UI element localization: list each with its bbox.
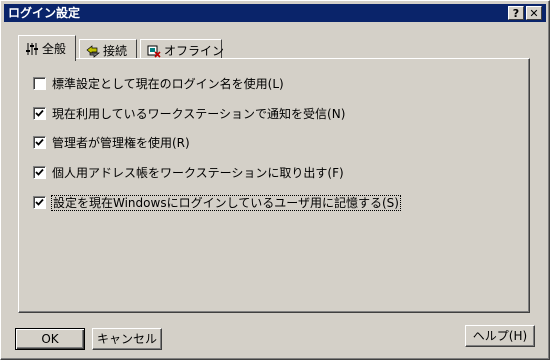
option-use-current-login-name[interactable]: 標準設定として現在のログイン名を使用(L)	[33, 76, 284, 92]
tab-general[interactable]: 全般	[18, 35, 76, 61]
option-retrieve-address-book[interactable]: 個人用アドレス帳をワークステーションに取り出す(F)	[33, 165, 344, 181]
checkbox[interactable]	[33, 196, 46, 209]
help-button[interactable]: ヘルプ(H)	[465, 325, 535, 347]
window-title: ログイン設定	[8, 6, 81, 20]
tab-offline[interactable]: オフライン	[140, 39, 225, 59]
tab-connection-label: 接続	[103, 44, 128, 58]
sliders-icon	[26, 42, 38, 55]
option-label: 現在利用しているワークステーションで通知を受信(N)	[52, 107, 346, 121]
checkmark-icon	[35, 138, 44, 146]
option-label: 個人用アドレス帳をワークステーションに取り出す(F)	[52, 166, 344, 180]
tab-general-label: 全般	[42, 42, 67, 56]
option-label: 標準設定として現在のログイン名を使用(L)	[52, 77, 284, 91]
title-bar[interactable]: ログイン設定 ? ✕	[4, 4, 546, 22]
checkbox[interactable]	[33, 77, 46, 90]
option-label: 管理者が管理権を使用(R)	[52, 136, 190, 150]
dialog-window: ログイン設定 ? ✕ 全般 接続 オフライン 標準設定として現在のログイン名を使…	[0, 0, 550, 360]
option-receive-notifications[interactable]: 現在利用しているワークステーションで通知を受信(N)	[33, 106, 345, 122]
checkbox[interactable]	[33, 107, 46, 120]
offline-icon	[147, 45, 161, 58]
option-use-admin-rights[interactable]: 管理者が管理権を使用(R)	[33, 135, 190, 151]
help-title-button[interactable]: ?	[508, 6, 524, 20]
option-remember-settings[interactable]: 設定を現在Windowsにログインしているユーザ用に記憶する(S)	[33, 195, 401, 211]
close-button[interactable]: ✕	[526, 6, 542, 20]
checkmark-icon	[35, 168, 44, 176]
checkmark-icon	[35, 198, 44, 206]
connection-icon	[86, 44, 100, 58]
general-tab-panel: 標準設定として現在のログイン名を使用(L) 現在利用しているワークステーションで…	[18, 58, 530, 313]
ok-button[interactable]: OK	[15, 328, 85, 350]
checkbox[interactable]	[33, 166, 46, 179]
checkmark-icon	[35, 109, 44, 117]
checkbox[interactable]	[33, 136, 46, 149]
tab-offline-label: オフライン	[164, 44, 225, 58]
cancel-button[interactable]: キャンセル	[92, 328, 162, 350]
option-label: 設定を現在Windowsにログインしているユーザ用に記憶する(S)	[51, 195, 401, 211]
tab-connection[interactable]: 接続	[79, 39, 137, 59]
